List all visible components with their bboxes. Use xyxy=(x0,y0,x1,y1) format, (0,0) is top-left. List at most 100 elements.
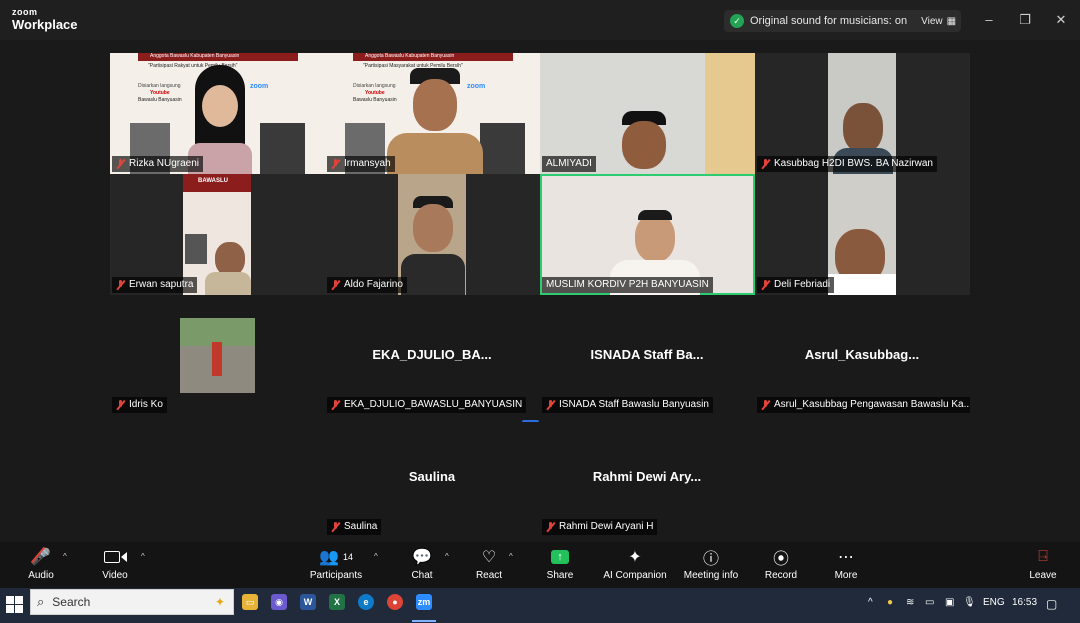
banner-live-text: Disiarkan langsung xyxy=(138,83,181,89)
share-button[interactable]: ↑ Share xyxy=(543,546,577,581)
banner-title: Anggota Bawaslu Kabupaten Banyuasin xyxy=(150,53,240,59)
audio-button[interactable]: 🎤 Audio xyxy=(22,546,60,581)
person-face xyxy=(635,214,675,262)
chevron-up-icon[interactable]: ^ xyxy=(63,552,67,561)
video-camera-icon xyxy=(96,546,134,568)
word-icon[interactable]: W xyxy=(300,594,316,610)
participant-tile[interactable]: Rahmi Dewi Ary... Rahmi Dewi Aryani H xyxy=(540,422,755,537)
edge-icon[interactable]: e xyxy=(358,594,374,610)
mic-muted-icon: 🎤 xyxy=(22,546,60,568)
background-door xyxy=(705,53,755,174)
heart-icon: ♡ xyxy=(481,549,497,566)
ai-companion-button[interactable]: ✦ AI Companion xyxy=(603,546,667,581)
banner-zoom-logo: zoom xyxy=(250,83,269,90)
participant-name: ISNADA Staff Bawaslu Banyuasin xyxy=(542,397,713,413)
person-clothes xyxy=(387,133,483,174)
search-icon: ⌕ xyxy=(37,594,45,609)
banner-youtube: Youtube xyxy=(150,90,170,96)
mic-muted-icon xyxy=(331,522,340,532)
participants-button[interactable]: 👥 14 Participants xyxy=(306,546,366,581)
participant-name: ALMIYADI xyxy=(542,156,596,172)
mic-muted-icon xyxy=(761,280,770,290)
search-highlight-icon: ✦ xyxy=(214,595,225,609)
windows-taskbar: ⌕ Search ✦ ▭ ◉ W X e ● zm ^ ● ≋ ▭ ▣ 🎙 EN… xyxy=(0,588,1080,623)
battery-icon[interactable]: ▭ xyxy=(925,597,934,608)
banner-channel: Bawaslu Banyuasin xyxy=(353,97,397,103)
mic-muted-icon xyxy=(331,400,340,410)
zoom-icon[interactable]: zm xyxy=(416,594,432,610)
shield-check-icon: ✓ xyxy=(730,14,744,28)
participant-tile[interactable]: Asrul_Kasubbag... Asrul_Kasubbag Pengawa… xyxy=(755,300,970,415)
chevron-up-icon[interactable]: ^ xyxy=(509,552,513,561)
copilot-icon[interactable]: ◉ xyxy=(271,594,287,610)
banner-title: Anggota Bawaslu Kabupaten Banyuasin xyxy=(365,53,455,59)
file-explorer-icon[interactable]: ▭ xyxy=(242,594,258,610)
participant-name: Deli Febriadi xyxy=(757,277,835,293)
taskbar-search-box[interactable]: ⌕ Search ✦ xyxy=(30,589,234,615)
video-tile[interactable]: Deli Febriadi xyxy=(755,174,970,295)
record-button[interactable]: ⦿ Record xyxy=(763,546,799,581)
participant-name: Asrul_Kasubbag Pengawasan Bawaslu Ka... xyxy=(757,397,970,413)
grid-icon: ▦ xyxy=(946,15,957,27)
participant-tile[interactable]: EKA_DJULIO_BA... EKA_DJULIO_BAWASLU_BANY… xyxy=(325,300,540,415)
person-face xyxy=(202,85,238,127)
participant-name: Rizka NUgraeni xyxy=(112,156,204,172)
person-face xyxy=(843,103,883,153)
meeting-info-button[interactable]: ⓘ Meeting info xyxy=(682,546,740,581)
video-tile[interactable]: Anggota Bawaslu Kabupaten Banyuasin "Par… xyxy=(110,53,325,174)
original-sound-indicator[interactable]: ✓ Original sound for musicians: on View … xyxy=(724,10,961,32)
banner-youtube: Youtube xyxy=(365,90,385,96)
title-bar: zoom Workplace ✓ Original sound for musi… xyxy=(0,0,1080,40)
tray-app-icon[interactable]: ● xyxy=(887,597,893,608)
meeting-toolbar: 🎤 Audio ^ Video ^ 👥 14 Participants ^ 💬 C… xyxy=(0,542,1080,588)
participant-name: Rahmi Dewi Aryani H xyxy=(542,519,658,535)
participant-tile[interactable]: Saulina Saulina xyxy=(325,422,540,537)
video-tile[interactable]: Aldo Fajarino xyxy=(325,174,540,295)
microphone-icon[interactable]: 🎙 xyxy=(963,597,976,608)
language-indicator[interactable]: ENG xyxy=(983,597,1005,608)
person-face xyxy=(622,121,666,169)
participant-display-name: EKA_DJULIO_BA... xyxy=(372,347,492,362)
wifi-icon[interactable]: ≋ xyxy=(906,597,914,608)
participants-icon: 👥 14 xyxy=(319,549,353,566)
mic-muted-icon xyxy=(116,280,125,290)
more-dots-icon: ⋯ xyxy=(838,549,854,566)
participant-display-name: Saulina xyxy=(408,469,456,484)
participant-name: EKA_DJULIO_BAWASLU_BANYUASIN xyxy=(327,397,527,413)
participant-name: Irmansyah xyxy=(327,156,395,172)
participant-tile[interactable]: Idris Ko xyxy=(110,300,325,415)
react-button[interactable]: ♡ React xyxy=(472,546,506,581)
share-screen-icon: ↑ xyxy=(543,546,577,568)
minimize-icon[interactable]: – xyxy=(981,12,997,28)
chrome-icon[interactable]: ● xyxy=(387,594,403,610)
video-tile[interactable]: BAWASLU Erwan saputra xyxy=(110,174,325,295)
more-button[interactable]: ⋯ More xyxy=(830,546,862,581)
avatar-figure xyxy=(212,342,222,376)
video-tile[interactable]: ALMIYADI xyxy=(540,53,755,174)
leave-button[interactable]: ⍈ Leave xyxy=(1027,546,1059,581)
participant-display-name: Asrul_Kasubbag... xyxy=(804,347,920,362)
video-tile-active-speaker[interactable]: MUSLIM KORDIV P2H BANYUASIN xyxy=(540,174,755,295)
clock[interactable]: 16:53 xyxy=(1012,597,1037,608)
video-button[interactable]: Video xyxy=(96,546,134,581)
participant-tile[interactable]: ISNADA Staff Ba... ISNADA Staff Bawaslu … xyxy=(540,300,755,415)
chevron-up-icon[interactable]: ^ xyxy=(868,597,873,608)
chevron-up-icon[interactable]: ^ xyxy=(445,552,449,561)
chevron-up-icon[interactable]: ^ xyxy=(374,552,378,561)
mic-muted-icon xyxy=(546,400,555,410)
chat-icon: 💬 xyxy=(412,549,432,566)
chat-button[interactable]: 💬 Chat xyxy=(405,546,439,581)
active-app-indicator xyxy=(412,620,436,622)
mic-muted-icon xyxy=(331,159,340,169)
video-tile[interactable]: Anggota Bawaslu Kabupaten Banyuasin "Par… xyxy=(325,53,540,174)
participant-name: Erwan saputra xyxy=(112,277,198,293)
display-icon[interactable]: ▣ xyxy=(945,597,954,608)
view-button[interactable]: View xyxy=(921,16,943,27)
excel-icon[interactable]: X xyxy=(329,594,345,610)
windows-start-icon[interactable] xyxy=(6,596,24,614)
video-tile[interactable]: Kasubbag H2DI BWS. BA Nazirwan xyxy=(755,53,970,174)
restore-icon[interactable]: ❐ xyxy=(1017,12,1033,28)
chevron-up-icon[interactable]: ^ xyxy=(141,552,145,561)
notification-icon[interactable]: ▢ xyxy=(1046,597,1057,611)
close-icon[interactable]: ✕ xyxy=(1053,12,1069,28)
